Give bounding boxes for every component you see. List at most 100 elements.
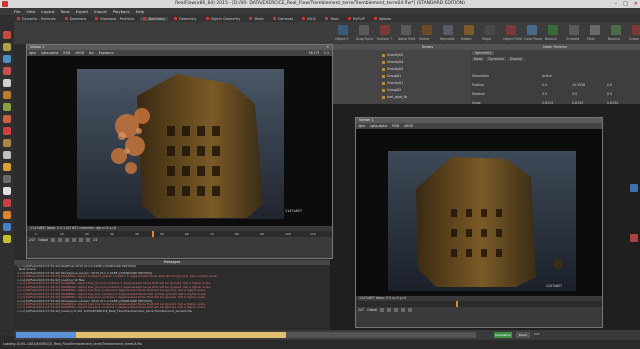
view-icon[interactable] bbox=[630, 184, 638, 192]
menu-tools[interactable]: Tools bbox=[60, 9, 69, 14]
vortex-icon[interactable] bbox=[422, 25, 432, 35]
color-plane-icon[interactable] bbox=[527, 25, 537, 35]
bounce-icon[interactable] bbox=[548, 25, 558, 35]
channel-select[interactable]: rgba bbox=[29, 51, 36, 55]
frame-input[interactable]: 247 bbox=[29, 238, 35, 242]
tool-icon[interactable] bbox=[3, 91, 11, 99]
tool-icon[interactable] bbox=[3, 103, 11, 111]
menu-playback[interactable]: Playback bbox=[113, 9, 130, 14]
menu-export[interactable]: Export bbox=[76, 9, 88, 14]
play-button[interactable] bbox=[394, 308, 399, 312]
shelf-tab[interactable]: Splines bbox=[371, 17, 395, 21]
playhead-marker[interactable] bbox=[456, 301, 458, 307]
surface-tension-icon[interactable] bbox=[380, 25, 390, 35]
shelf-tab[interactable]: Tools bbox=[322, 17, 342, 21]
play-reverse-button[interactable] bbox=[65, 238, 70, 242]
shelf-tab[interactable]: Geometry bbox=[171, 17, 199, 21]
node-item[interactable]: Gravity01 bbox=[382, 81, 403, 85]
menu-layout[interactable]: Layout bbox=[41, 9, 54, 14]
bounce-icon[interactable] bbox=[611, 25, 621, 35]
last-frame-button[interactable] bbox=[408, 308, 413, 312]
node-item[interactable]: Group01 bbox=[382, 74, 401, 78]
first-frame-button[interactable] bbox=[51, 238, 56, 242]
shelf-tab[interactable]: IDOC bbox=[299, 17, 319, 21]
tool-icon[interactable] bbox=[3, 139, 11, 147]
menu-help[interactable]: Help bbox=[136, 9, 145, 14]
node-item[interactable]: Gravity04 bbox=[382, 60, 403, 64]
close-viewer2-icon[interactable]: ✕ bbox=[596, 118, 599, 123]
tool-icon[interactable] bbox=[3, 211, 11, 219]
play-button[interactable] bbox=[72, 238, 77, 242]
alpha-select[interactable]: rgba.alpha bbox=[370, 124, 387, 128]
ratio-value[interactable]: 1:1 bbox=[324, 51, 332, 55]
viewer2-timeline[interactable] bbox=[356, 301, 602, 307]
minimize-button[interactable]: – bbox=[615, 1, 618, 7]
close-viewer-icon[interactable]: ✕ bbox=[326, 45, 329, 50]
record-icon[interactable] bbox=[630, 234, 638, 242]
param-value[interactable]: 10.3938 bbox=[572, 83, 585, 87]
shelf-tab[interactable]: Cameras bbox=[270, 17, 297, 21]
tool-icon[interactable] bbox=[3, 199, 11, 207]
tool-icon[interactable] bbox=[3, 115, 11, 123]
menu-import[interactable]: Import bbox=[94, 9, 107, 14]
playhead-marker[interactable] bbox=[152, 231, 154, 237]
shelf-tab[interactable]: Standard - Particles bbox=[92, 17, 137, 21]
heater-icon[interactable] bbox=[464, 25, 474, 35]
reset-button[interactable]: Reset bbox=[516, 332, 530, 338]
viewer-timeline[interactable]: 1 10 20 30 40 50 60 70 80 90 100 110 bbox=[27, 231, 332, 237]
color-mode-select[interactable]: RGB bbox=[63, 51, 70, 55]
menu-view[interactable]: View bbox=[26, 9, 35, 14]
object-field-icon[interactable] bbox=[506, 25, 516, 35]
alpha-select[interactable]: rgba.alpha bbox=[41, 51, 58, 55]
tool-icon[interactable] bbox=[3, 175, 11, 183]
tool-icon[interactable] bbox=[3, 43, 11, 51]
tool-icon[interactable] bbox=[3, 235, 11, 243]
param-value[interactable]: 0.0 bbox=[607, 83, 612, 87]
prev-frame-button[interactable] bbox=[387, 308, 392, 312]
reynolds-icon[interactable] bbox=[443, 25, 453, 35]
shelf-tab[interactable]: Daemons bbox=[62, 17, 90, 21]
noise-field-icon[interactable] bbox=[401, 25, 411, 35]
tool-icon[interactable] bbox=[3, 163, 11, 171]
fps-value[interactable]: 24 bbox=[93, 238, 97, 242]
node-item[interactable]: Gravity03 bbox=[382, 53, 403, 57]
drag-force-icon[interactable] bbox=[359, 25, 369, 35]
first-frame-button[interactable] bbox=[380, 308, 385, 312]
menu-file[interactable]: File bbox=[14, 9, 20, 14]
next-frame-button[interactable] bbox=[79, 238, 84, 242]
param-value[interactable]: 0.0 bbox=[542, 92, 547, 96]
tool-icon[interactable] bbox=[3, 223, 11, 231]
shelf-tab[interactable]: Mesh bbox=[246, 17, 266, 21]
param-value[interactable]: 0.0 bbox=[607, 92, 612, 96]
param-row[interactable]: Rotation 0.0 0.0 0.0 bbox=[472, 92, 638, 97]
tool-icon[interactable] bbox=[3, 151, 11, 159]
shelf-tab[interactable]: Object Geometry bbox=[203, 17, 244, 21]
scripted-icon[interactable] bbox=[569, 25, 579, 35]
tab-dynamics[interactable]: Dynamics bbox=[486, 57, 507, 61]
prev-frame-button[interactable] bbox=[58, 238, 63, 242]
node-item[interactable]: fuel_glod_fb bbox=[382, 95, 407, 99]
maximize-button[interactable]: □ bbox=[623, 1, 628, 7]
color-mode-select[interactable]: RGB bbox=[392, 124, 399, 128]
tool-icon[interactable] bbox=[3, 187, 11, 195]
param-value[interactable]: 0.0 bbox=[572, 92, 577, 96]
global-select[interactable]: Global bbox=[38, 238, 48, 242]
tab-node[interactable]: Node bbox=[472, 57, 485, 61]
node-item[interactable]: Group02 bbox=[382, 88, 401, 92]
object-icon[interactable] bbox=[338, 25, 348, 35]
tool-icon[interactable] bbox=[3, 55, 11, 63]
tab-display[interactable]: Display bbox=[508, 57, 524, 61]
crown-icon[interactable] bbox=[632, 25, 640, 35]
shelf-tab[interactable]: Daemons bbox=[140, 16, 169, 21]
tool-icon[interactable] bbox=[3, 127, 11, 135]
filter-icon[interactable] bbox=[590, 25, 600, 35]
colorspace-select[interactable]: sRGB bbox=[75, 51, 84, 55]
close-button[interactable]: ✕ bbox=[634, 1, 638, 7]
global-select[interactable]: Global bbox=[367, 308, 377, 312]
next-frame-button[interactable] bbox=[401, 308, 406, 312]
colorspace-select[interactable]: sRGB bbox=[404, 124, 413, 128]
shelf-tab[interactable]: Dynamic - Particles bbox=[14, 17, 59, 21]
zoom-value[interactable]: 58.77f bbox=[309, 51, 319, 55]
last-frame-button[interactable] bbox=[86, 238, 91, 242]
current-frame[interactable]: 247 bbox=[534, 332, 540, 336]
